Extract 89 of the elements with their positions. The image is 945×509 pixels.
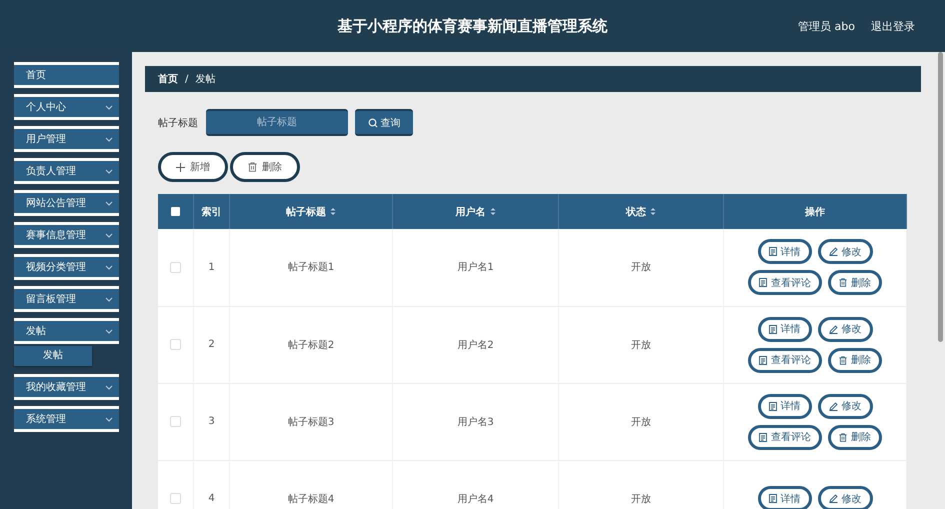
trash-icon (839, 432, 847, 442)
scrollbar[interactable] (938, 52, 943, 342)
document-icon (759, 432, 767, 442)
trash-icon (839, 356, 847, 364)
pencil-icon (828, 494, 838, 503)
chevron-icon (105, 416, 113, 422)
chevron-icon (105, 168, 113, 174)
detail-button[interactable]: 详情 (758, 239, 812, 264)
pencil-icon (828, 402, 838, 410)
document-icon (768, 402, 776, 410)
pencil-icon (828, 324, 838, 334)
user-label: 管理员 abo (798, 19, 855, 34)
table-cell: 帖子标题4 (230, 460, 392, 509)
delete-button[interactable]: 删除 (828, 270, 882, 296)
table-cell: 用户名4 (392, 460, 558, 509)
document-icon (759, 356, 767, 364)
sort-icon (650, 207, 656, 216)
breadcrumb-separator: / (185, 74, 188, 84)
document-icon (768, 247, 776, 256)
breadcrumb-link[interactable]: 发帖 (195, 72, 216, 86)
table-cell: 用户名1 (392, 229, 558, 306)
chevron-icon (105, 296, 113, 302)
select-all-checkbox[interactable] (171, 206, 180, 216)
detail-button[interactable]: 查看评论 (748, 348, 822, 372)
menu-item[interactable]: 用户管理 (14, 126, 119, 152)
trash-icon (839, 278, 847, 288)
chevron-icon (105, 264, 113, 270)
table-cell: 2 (194, 306, 230, 383)
menu-item[interactable]: 首页 (14, 62, 119, 88)
menu-item[interactable]: 负责人管理 (14, 158, 119, 184)
table-cell: 用户名2 (392, 306, 558, 383)
table-cell: 用户名3 (392, 383, 558, 460)
row-checkbox[interactable] (170, 262, 181, 273)
edit-button[interactable]: 修改 (818, 316, 872, 342)
document-icon (768, 494, 776, 503)
menu-item[interactable]: 发帖 (14, 318, 119, 344)
delete-button[interactable]: 删除 (230, 152, 300, 182)
add-button[interactable]: 新增 (158, 152, 228, 182)
table-cell: 帖子标题2 (230, 306, 392, 383)
delete-button[interactable]: 删除 (828, 348, 882, 372)
chevron-icon (105, 328, 113, 334)
detail-button[interactable]: 详情 (758, 394, 812, 418)
table-cell: 开放 (558, 306, 724, 383)
search-icon (368, 118, 378, 128)
row-checkbox[interactable] (170, 492, 181, 504)
app-title: 基于小程序的体育赛事新闻直播管理系统 (338, 16, 608, 36)
detail-button[interactable]: 查看评论 (748, 270, 822, 296)
table-cell: 开放 (558, 229, 724, 306)
submenu-item[interactable]: 发帖 (14, 346, 92, 366)
document-icon (768, 324, 776, 334)
search-label: 帖子标题 (158, 116, 198, 130)
table-cell: 1 (194, 229, 230, 306)
trash-icon (248, 162, 257, 172)
delete-button[interactable]: 删除 (828, 424, 882, 450)
menu-item[interactable]: 系统管理 (14, 406, 119, 432)
document-icon (759, 278, 767, 288)
table-cell: 开放 (558, 460, 724, 509)
menu-item[interactable]: 赛事信息管理 (14, 222, 119, 248)
row-checkbox[interactable] (170, 338, 181, 350)
menu-item[interactable]: 个人中心 (14, 94, 119, 120)
search-field[interactable]: 帖子标题 (206, 109, 348, 136)
menu-item[interactable]: 我的收藏管理 (14, 374, 119, 400)
detail-button[interactable]: 详情 (758, 316, 812, 342)
logout-link[interactable]: 退出登录 (871, 19, 915, 34)
chevron-icon (105, 136, 113, 142)
search-button[interactable]: 查询 (355, 109, 413, 136)
sort-icon (490, 207, 496, 216)
detail-button[interactable]: 查看评论 (748, 424, 822, 450)
table-cell: 帖子标题1 (230, 229, 392, 306)
table-cell: 3 (194, 383, 230, 460)
edit-button[interactable]: 修改 (818, 394, 872, 418)
table-cell: 帖子标题3 (230, 383, 392, 460)
table-cell: 4 (194, 460, 230, 509)
chevron-icon (105, 200, 113, 206)
breadcrumb-link[interactable]: 首页 (158, 72, 178, 86)
sort-icon (330, 207, 336, 216)
edit-button[interactable]: 修改 (818, 239, 872, 264)
menu-item[interactable]: 网站公告管理 (14, 190, 119, 216)
chevron-icon (105, 232, 113, 238)
row-checkbox[interactable] (170, 416, 181, 427)
menu-item[interactable]: 视频分类管理 (14, 254, 119, 280)
menu-item[interactable]: 留言板管理 (14, 286, 119, 312)
plus-icon (176, 162, 185, 172)
detail-button[interactable]: 详情 (758, 486, 812, 509)
chevron-icon (105, 384, 113, 390)
pencil-icon (828, 247, 838, 256)
table-cell: 开放 (558, 383, 724, 460)
edit-button[interactable]: 修改 (818, 486, 872, 509)
chevron-icon (105, 104, 113, 110)
